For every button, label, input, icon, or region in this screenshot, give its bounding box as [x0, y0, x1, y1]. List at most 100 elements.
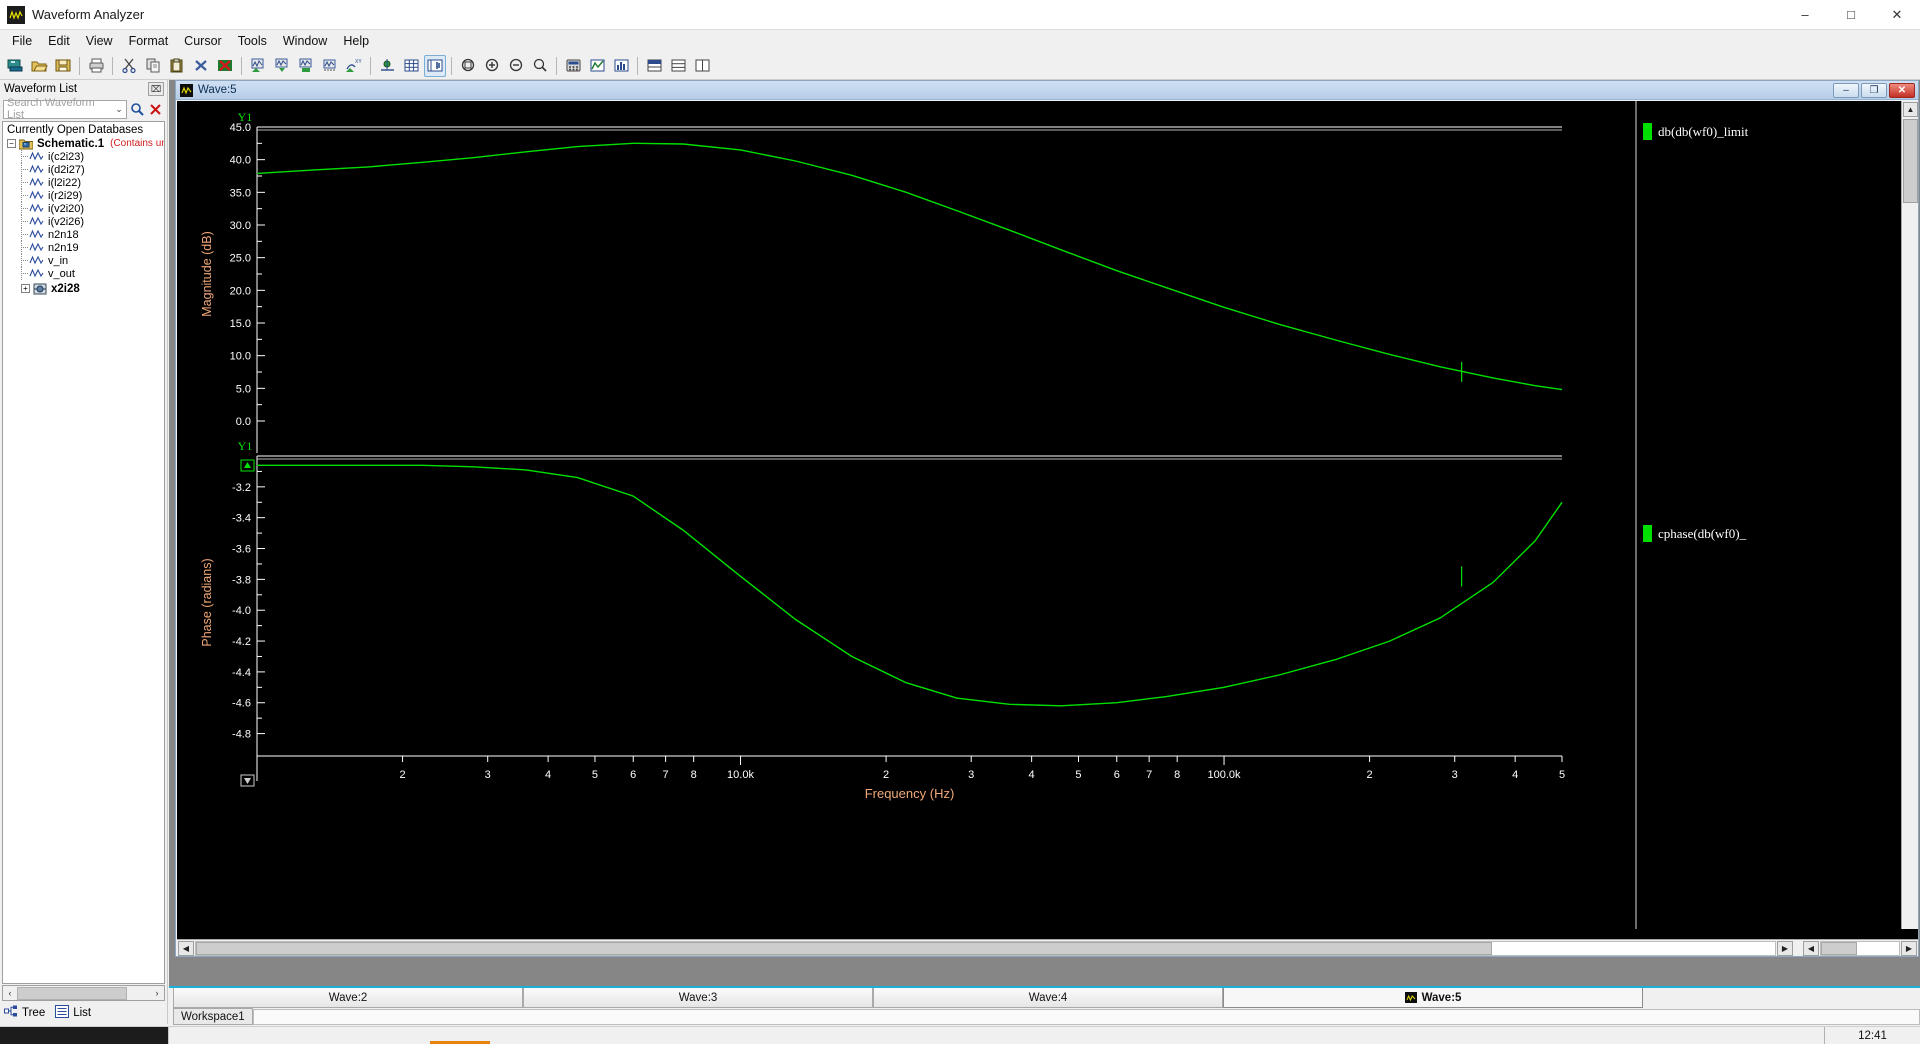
hscroll2-left-arrow-icon[interactable]: ◀	[1803, 940, 1819, 956]
histogram-icon[interactable]	[610, 55, 632, 77]
scroll-thumb[interactable]	[17, 986, 127, 1000]
expander-expand-icon[interactable]: +	[21, 284, 30, 293]
grid-icon[interactable]	[400, 55, 422, 77]
close-button[interactable]: ✕	[1874, 0, 1920, 30]
red-x-icon[interactable]	[147, 100, 164, 119]
insert-waveform-icon[interactable]	[271, 55, 293, 77]
maximize-button[interactable]: □	[1828, 0, 1874, 30]
legend-item-magnitude[interactable]: db(db(wf0)_limit	[1643, 123, 1748, 140]
tab-wave-3[interactable]: Wave:3	[523, 988, 873, 1008]
svg-text:8: 8	[1174, 769, 1180, 781]
zoom-in-icon[interactable]	[481, 55, 503, 77]
tab-wave-5[interactable]: Wave:5	[1223, 988, 1643, 1008]
hscroll-left-arrow-icon[interactable]: ◀	[178, 940, 194, 956]
menu-help[interactable]: Help	[335, 31, 377, 51]
zoom-area-icon[interactable]	[529, 55, 551, 77]
hscroll2-track[interactable]	[1820, 940, 1900, 956]
save-icon[interactable]	[52, 55, 74, 77]
waveform-icon	[29, 255, 44, 266]
paste-icon[interactable]	[166, 55, 188, 77]
list-item[interactable]: n2n19	[3, 241, 164, 254]
plot-canvas[interactable]: 45.0 40.0 35.0 30.0 25.0 20.0 15.0 10.0 5.0 0.0 Ma…	[177, 101, 1632, 929]
measure-icon[interactable]	[586, 55, 608, 77]
split-vertical-icon[interactable]	[691, 55, 713, 77]
list-item[interactable]: v_out	[3, 267, 164, 280]
menu-format[interactable]: Format	[121, 31, 177, 51]
list-item[interactable]: i(r2i29)	[3, 189, 164, 202]
list-item-label: v_in	[48, 254, 69, 267]
workspace-bar: Workspace1	[169, 1008, 1920, 1026]
svg-text:-4.8: -4.8	[232, 729, 251, 741]
legend-label: cphase(db(wf0)_	[1658, 525, 1747, 541]
workspace-tab-label: Workspace1	[181, 1010, 245, 1023]
panel-close-icon[interactable]: ⌧	[148, 82, 164, 96]
minimize-button[interactable]: –	[1782, 0, 1828, 30]
cut-icon[interactable]	[118, 55, 140, 77]
delete-icon[interactable]	[190, 55, 212, 77]
zoom-out-icon[interactable]	[505, 55, 527, 77]
tree-node-database[interactable]: − Schematic.1 (Contains unsav	[3, 137, 164, 150]
menu-cursor[interactable]: Cursor	[176, 31, 230, 51]
menu-window[interactable]: Window	[275, 31, 335, 51]
split-stack-icon[interactable]	[667, 55, 689, 77]
open-folder-icon[interactable]	[28, 55, 50, 77]
tree-node-subcircuit[interactable]: + x2i28	[3, 282, 164, 295]
tab-tree[interactable]: Tree	[4, 1005, 45, 1021]
hscroll2-right-arrow-icon[interactable]: ▶	[1901, 940, 1917, 956]
waveform-icon	[29, 164, 44, 175]
list-item[interactable]: i(c2i23)	[3, 150, 164, 163]
list-item[interactable]: i(d2i27)	[3, 163, 164, 176]
workspace-empty-area	[252, 1009, 1920, 1025]
list-item[interactable]: n2n18	[3, 228, 164, 241]
list-item[interactable]: v_in	[3, 254, 164, 267]
expander-collapse-icon[interactable]: −	[7, 139, 16, 148]
append-waveform-icon[interactable]	[295, 55, 317, 77]
tab-wave-4[interactable]: Wave:4	[873, 988, 1223, 1008]
new-database-icon[interactable]	[4, 55, 26, 77]
chevron-down-icon[interactable]: ⌄	[112, 104, 126, 115]
menu-edit[interactable]: Edit	[40, 31, 78, 51]
tab-list[interactable]: List	[55, 1005, 91, 1021]
child-restore-button[interactable]: ❐	[1861, 82, 1887, 98]
calculator-icon[interactable]	[562, 55, 584, 77]
strip-chart-icon[interactable]	[424, 54, 446, 77]
overlay-waveform-icon[interactable]	[319, 55, 341, 77]
menu-view[interactable]: View	[78, 31, 121, 51]
add-waveform-icon[interactable]	[247, 55, 269, 77]
tree-guide-tick	[21, 273, 28, 274]
axis-settings-icon[interactable]	[376, 55, 398, 77]
scroll-right-arrow-icon[interactable]: ›	[150, 986, 164, 1000]
waveform-tree-hscrollbar[interactable]: ‹ ›	[2, 985, 165, 1001]
tab-wave-2[interactable]: Wave:2	[173, 988, 523, 1008]
tab-workspace-1[interactable]: Workspace1	[173, 1008, 253, 1025]
scroll-up-arrow-icon[interactable]: ▲	[1903, 102, 1918, 117]
tree-guide-tick	[21, 156, 28, 157]
xy-plot-icon[interactable]: XY	[343, 55, 365, 77]
chart-svg: 45.040.035.030.025.020.015.010.05.00.0Ma…	[200, 110, 1565, 801]
list-item-label: n2n19	[48, 241, 79, 254]
child-minimize-button[interactable]: –	[1833, 82, 1859, 98]
delete-all-icon[interactable]	[214, 55, 236, 77]
scroll-left-arrow-icon[interactable]: ‹	[3, 986, 17, 1000]
list-item[interactable]: i(v2i20)	[3, 202, 164, 215]
menu-tools[interactable]: Tools	[230, 31, 275, 51]
child-close-button[interactable]: ✕	[1889, 82, 1915, 98]
plot-vertical-scrollbar[interactable]: ▲	[1901, 101, 1918, 929]
magnifier-icon[interactable]	[129, 100, 146, 119]
hscroll-track[interactable]	[195, 940, 1776, 956]
list-item[interactable]: i(v2i26)	[3, 215, 164, 228]
menu-file[interactable]: File	[4, 31, 40, 51]
copy-icon[interactable]	[142, 55, 164, 77]
tab-tree-label: Tree	[22, 1007, 46, 1019]
waveform-icon	[180, 83, 193, 97]
hscroll-right-arrow-icon[interactable]: ▶	[1777, 940, 1793, 956]
print-icon[interactable]	[85, 55, 107, 77]
tab-label: Wave:2	[328, 991, 368, 1004]
vscroll-thumb[interactable]	[1903, 119, 1918, 203]
search-input[interactable]: Search Waveform List ⌄	[3, 97, 127, 121]
waveform-tree[interactable]: Currently Open Databases − Schematic.1 (…	[2, 121, 165, 984]
list-item[interactable]: i(l2i22)	[3, 176, 164, 189]
legend-item-phase[interactable]: cphase(db(wf0)_	[1643, 525, 1746, 542]
zoom-fit-icon[interactable]	[457, 55, 479, 77]
split-horizontal-icon[interactable]	[643, 55, 665, 77]
